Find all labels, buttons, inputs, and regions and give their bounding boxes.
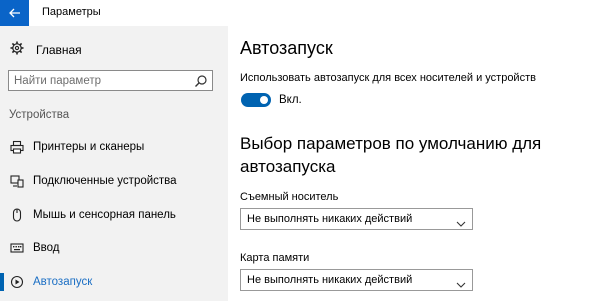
sidebar-item-home[interactable]: Главная — [10, 40, 82, 60]
toggle-knob — [260, 96, 268, 104]
connected-devices-icon — [9, 173, 25, 189]
removable-drive-label: Съемный носитель — [240, 191, 339, 203]
chevron-down-icon — [456, 215, 466, 227]
sidebar-item-connected-devices[interactable]: Подключенные устройства — [0, 170, 228, 192]
autoplay-toggle-label: Использовать автозапуск для всех носител… — [240, 72, 536, 84]
search-input[interactable] — [14, 73, 184, 88]
gear-icon — [10, 41, 24, 60]
sidebar-item-mouse[interactable]: Мышь и сенсорная панель — [0, 204, 228, 226]
search-box[interactable] — [8, 70, 213, 91]
window-title: Параметры — [42, 6, 101, 18]
keyboard-icon — [9, 240, 25, 256]
title-bar: Параметры — [0, 0, 600, 26]
autoplay-toggle-state: Вкл. — [279, 94, 302, 106]
autoplay-toggle[interactable] — [241, 93, 271, 107]
page-title: Автозапуск — [240, 38, 333, 58]
sidebar-item-typing[interactable]: Ввод — [0, 237, 228, 259]
sidebar-item-printers[interactable]: Принтеры и сканеры — [0, 136, 228, 158]
chevron-down-icon — [456, 276, 466, 288]
sidebar-item-label: Ввод — [33, 242, 60, 254]
sidebar-item-autoplay[interactable]: Автозапуск — [0, 271, 228, 293]
back-arrow-icon — [8, 8, 21, 18]
sidebar-item-label: Принтеры и сканеры — [33, 141, 145, 153]
sidebar-item-label: Подключенные устройства — [33, 175, 177, 187]
autoplay-icon — [9, 274, 25, 290]
memory-card-label: Карта памяти — [240, 252, 310, 264]
sidebar-item-home-label: Главная — [36, 43, 82, 57]
main-content: Автозапуск Использовать автозапуск для в… — [228, 26, 600, 301]
defaults-heading: Выбор параметров по умолчанию для автоза… — [240, 134, 542, 176]
section-label-devices: Устройства — [9, 109, 70, 121]
sidebar: Главная Устройства Принтеры и сканеры — [0, 26, 228, 301]
memory-card-select[interactable]: Не выполнять никаких действий — [240, 269, 473, 291]
select-value: Не выполнять никаких действий — [247, 213, 413, 225]
search-icon[interactable] — [194, 74, 208, 88]
back-button[interactable] — [0, 0, 29, 26]
mouse-icon — [9, 207, 25, 223]
sidebar-item-label: Автозапуск — [33, 276, 93, 288]
select-value: Не выполнять никаких действий — [247, 274, 413, 286]
printer-icon — [9, 139, 25, 155]
removable-drive-select[interactable]: Не выполнять никаких действий — [240, 208, 473, 230]
sidebar-item-label: Мышь и сенсорная панель — [33, 209, 176, 221]
